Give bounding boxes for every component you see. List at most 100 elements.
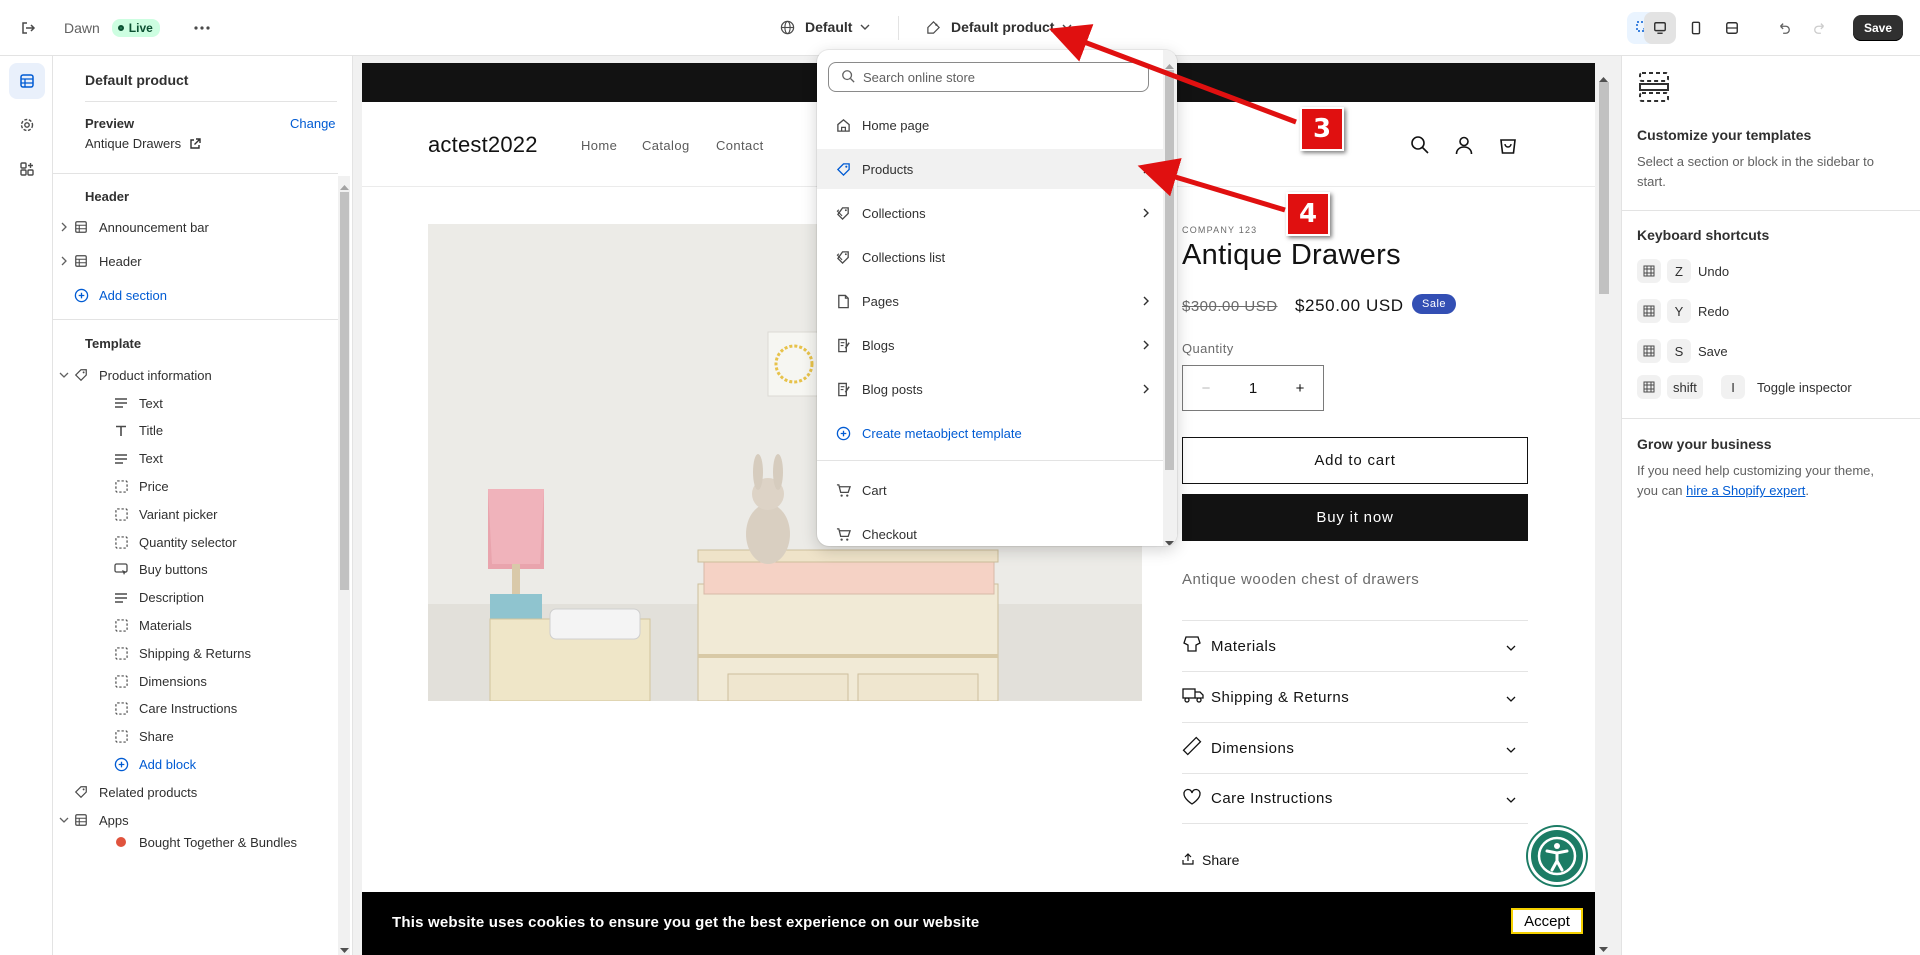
dropdown-item-collections-list[interactable]: Collections list	[817, 237, 1163, 277]
dropdown-item-checkout[interactable]: Checkout	[817, 514, 1163, 546]
sidebar-block-item[interactable]: Variant picker	[53, 500, 338, 528]
sidebar-item-label: Header	[99, 253, 142, 269]
chevron-down-icon	[1506, 638, 1516, 655]
more-actions-icon[interactable]	[186, 12, 218, 44]
buy-now-button[interactable]: Buy it now	[1182, 494, 1528, 541]
scroll-down-icon[interactable]	[1599, 940, 1608, 955]
scroll-up-icon[interactable]	[1599, 69, 1608, 87]
section-sidebar: Default product Preview Change Antique D…	[53, 56, 353, 955]
app-icon	[111, 837, 131, 847]
store-logo[interactable]: actest2022	[428, 132, 538, 158]
create-metaobject-template-button[interactable]: Create metaobject template	[817, 413, 1163, 453]
share-button[interactable]: Share	[1182, 852, 1239, 868]
sidebar-scrollbar-thumb[interactable]	[340, 192, 349, 590]
plus-icon[interactable]: +	[1277, 380, 1323, 397]
change-preview-link[interactable]: Change	[290, 116, 336, 131]
sidebar-block-item[interactable]: Description	[53, 584, 338, 612]
sidebar-block-item[interactable]: Share	[53, 723, 338, 751]
dropdown-item-label: Checkout	[862, 526, 917, 542]
chevron-right-icon	[1143, 162, 1149, 177]
nav-catalog[interactable]: Catalog	[642, 138, 690, 153]
search-icon[interactable]	[1410, 135, 1430, 160]
redo-icon[interactable]	[1804, 12, 1836, 44]
locale-selector[interactable]: Default	[780, 19, 870, 35]
add-to-cart-button[interactable]: Add to cart	[1182, 437, 1528, 484]
save-button[interactable]: Save	[1853, 15, 1903, 41]
sidebar-item-header[interactable]: Header	[53, 247, 338, 275]
search-input[interactable]	[863, 69, 1123, 85]
exit-icon[interactable]	[12, 12, 44, 44]
sidebar-block-item[interactable]: Materials	[53, 611, 338, 639]
scroll-down-icon[interactable]	[340, 941, 349, 955]
sidebar-block-item[interactable]: Text	[53, 445, 338, 473]
dropdown-item-pages[interactable]: Pages	[817, 281, 1163, 321]
block-icon	[111, 730, 131, 743]
sidebar-block-item[interactable]: Price	[53, 472, 338, 500]
shortcuts-heading: Keyboard shortcuts	[1637, 227, 1770, 243]
add-section-button[interactable]: Add section	[53, 281, 338, 309]
divider	[817, 460, 1163, 461]
minus-icon[interactable]: −	[1183, 380, 1229, 397]
scroll-up-icon[interactable]	[1165, 56, 1174, 74]
dropdown-item-products[interactable]: Products	[817, 149, 1163, 189]
share-label: Share	[1202, 852, 1240, 868]
quantity-input[interactable]: 1	[1230, 380, 1276, 397]
chevron-right-icon[interactable]	[57, 222, 71, 232]
dropdown-scrollbar-thumb[interactable]	[1165, 70, 1174, 470]
preview-scrollbar-thumb[interactable]	[1599, 82, 1609, 294]
chevron-down-icon[interactable]	[57, 372, 71, 378]
sidebar-block-item[interactable]: Title	[53, 417, 338, 445]
tag-icon	[834, 162, 852, 177]
dropdown-item-blogs[interactable]: Blogs	[817, 325, 1163, 365]
cart-icon[interactable]	[1498, 135, 1518, 160]
nav-home[interactable]: Home	[581, 138, 617, 153]
accessibility-icon[interactable]	[1528, 827, 1586, 885]
sidebar-item-app-block[interactable]: Bought Together & Bundles	[53, 832, 338, 852]
theme-name[interactable]: Dawn Live	[64, 19, 160, 37]
sidebar-block-item[interactable]: Quantity selector	[53, 528, 338, 556]
chevron-right-icon[interactable]	[57, 256, 71, 266]
sidebar-item-apps[interactable]: Apps	[53, 806, 338, 834]
search-field[interactable]	[828, 62, 1149, 92]
sidebar-item-announcement-bar[interactable]: Announcement bar	[53, 213, 338, 241]
sidebar-block-item[interactable]: Care Instructions	[53, 695, 338, 723]
template-group-label: Template	[85, 336, 142, 351]
add-block-button[interactable]: Add block	[53, 750, 338, 778]
dropdown-item-cart[interactable]: Cart	[817, 470, 1163, 510]
undo-icon[interactable]	[1768, 12, 1800, 44]
scroll-up-icon[interactable]	[340, 177, 349, 195]
scroll-down-icon[interactable]	[1165, 534, 1174, 546]
preview-product-link[interactable]: Antique Drawers	[85, 136, 201, 151]
sections-icon[interactable]	[9, 63, 45, 99]
sidebar-title: Default product	[85, 72, 189, 88]
accordion-shipping[interactable]: Shipping & Returns	[1182, 671, 1528, 722]
accordion-care[interactable]: Care Instructions	[1182, 773, 1528, 824]
desktop-view-icon[interactable]	[1644, 12, 1676, 44]
dropdown-item-home-page[interactable]: Home page	[817, 105, 1163, 145]
sidebar-block-item[interactable]: Text	[53, 389, 338, 417]
sidebar-item-related-products[interactable]: Related products	[53, 778, 338, 806]
template-selector[interactable]: Default product	[926, 19, 1072, 35]
cookie-accept-button[interactable]: Accept	[1511, 908, 1583, 934]
mobile-view-icon[interactable]	[1680, 12, 1712, 44]
dropdown-item-blog-posts[interactable]: Blog posts	[817, 369, 1163, 409]
sidebar-block-item[interactable]: Dimensions	[53, 667, 338, 695]
preview-label: Preview	[85, 116, 135, 131]
hire-expert-link[interactable]: hire a Shopify expert	[1686, 483, 1805, 498]
nav-contact[interactable]: Contact	[716, 138, 764, 153]
compare-at-price: $300.00 USD	[1182, 298, 1278, 315]
accordion-materials[interactable]: Materials	[1182, 620, 1528, 671]
accordion-dimensions[interactable]: Dimensions	[1182, 722, 1528, 773]
sidebar-block-item[interactable]: Buy buttons	[53, 556, 338, 584]
dropdown-item-collections[interactable]: Collections	[817, 193, 1163, 233]
theme-settings-icon[interactable]	[9, 107, 45, 143]
chevron-down-icon[interactable]	[57, 817, 71, 823]
sidebar-item-product-information[interactable]: Product information	[53, 361, 338, 389]
fullscreen-view-icon[interactable]	[1716, 12, 1748, 44]
sidebar-block-item[interactable]: Shipping & Returns	[53, 639, 338, 667]
blog-icon	[834, 382, 852, 397]
account-icon[interactable]	[1454, 135, 1474, 160]
product-title: Antique Drawers	[1182, 239, 1401, 271]
block-icon	[111, 674, 131, 688]
app-embeds-icon[interactable]	[9, 151, 45, 187]
